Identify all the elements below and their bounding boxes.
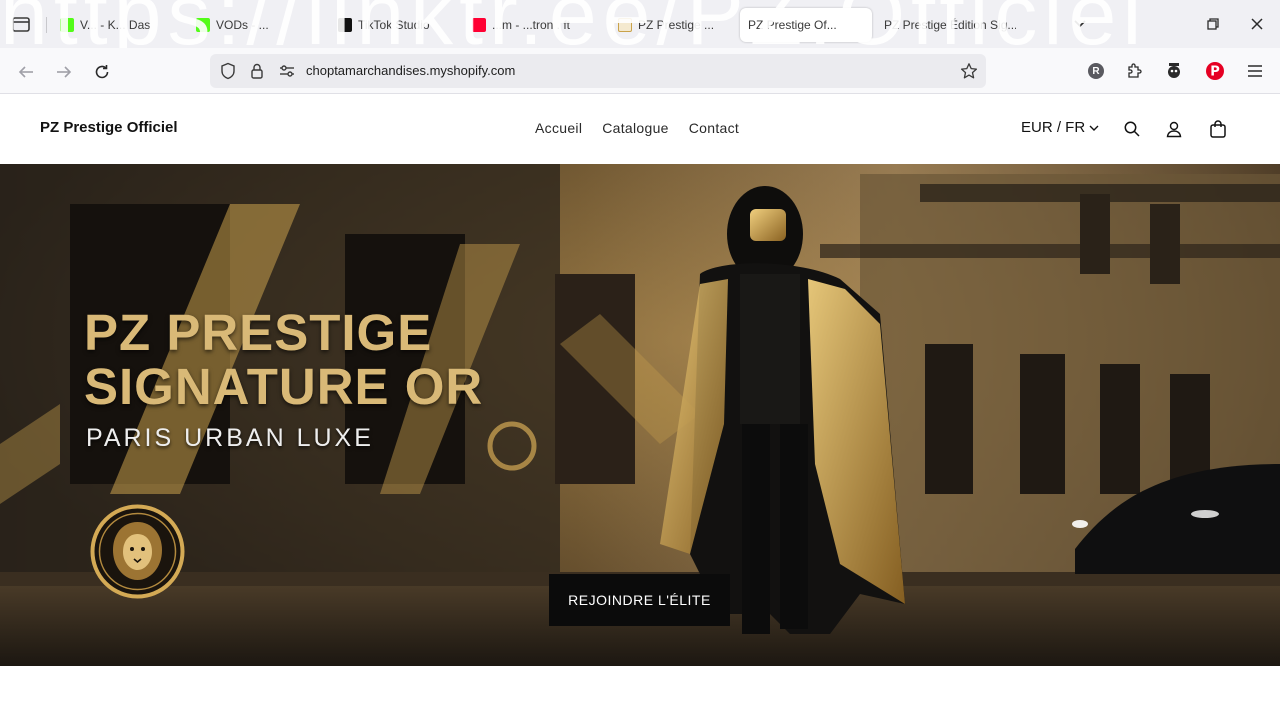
hero-title-line-1: PZ PRESTIGE bbox=[84, 304, 433, 361]
store-header: PZ Prestige Officiel Accueil Catalogue C… bbox=[0, 94, 1280, 164]
extension-mascot-icon[interactable] bbox=[1163, 60, 1185, 82]
tab-youtube[interactable]: ...m - ...tron . ft bbox=[464, 8, 604, 42]
tab-label: PZ Prestige ... bbox=[638, 18, 715, 32]
document-icon bbox=[618, 18, 632, 32]
tab-pz-prestige-edition[interactable]: PZ Prestige Édition Sig... bbox=[876, 8, 1016, 42]
tab-label: V... - K... Das bbox=[80, 18, 151, 32]
youtube-icon bbox=[472, 18, 486, 32]
menu-item-accueil[interactable]: Accueil bbox=[535, 120, 582, 136]
app-menu-hamburger-icon[interactable] bbox=[1244, 60, 1266, 82]
tab-label: PZ Prestige Of... bbox=[748, 18, 837, 32]
lock-icon[interactable] bbox=[250, 62, 264, 85]
hero-title: PZ PRESTIGE SIGNATURE OR bbox=[84, 306, 483, 414]
search-icon[interactable] bbox=[1121, 118, 1143, 140]
kick-icon bbox=[196, 18, 210, 32]
reload-icon[interactable] bbox=[90, 60, 114, 84]
currency-label: EUR / FR bbox=[1021, 119, 1086, 136]
tab-separator bbox=[46, 17, 47, 33]
site-permissions-icon[interactable] bbox=[278, 63, 296, 84]
store-logo-text[interactable]: PZ Prestige Officiel bbox=[40, 119, 178, 136]
hero-banner: PZ PRESTIGE SIGNATURE OR PARIS URBAN LUX… bbox=[0, 164, 1280, 666]
cart-bag-icon[interactable] bbox=[1207, 118, 1229, 140]
bookmark-star-icon[interactable] bbox=[960, 62, 978, 85]
tab-tiktok-studio[interactable]: TikTok Studio bbox=[330, 8, 460, 42]
tab-list-icon[interactable] bbox=[10, 14, 32, 34]
svg-text:P: P bbox=[1210, 65, 1220, 80]
lion-emblem-icon bbox=[90, 504, 185, 599]
page-content-below-hero bbox=[0, 666, 1280, 720]
address-bar[interactable]: choptamarchandises.myshopify.com bbox=[210, 54, 986, 88]
avatar-letter: R bbox=[1092, 65, 1100, 77]
join-elite-button[interactable]: REJOINDRE L'ÉLITE bbox=[549, 574, 730, 626]
menu-item-catalogue[interactable]: Catalogue bbox=[602, 120, 669, 136]
currency-language-selector[interactable]: EUR / FR bbox=[1021, 119, 1099, 136]
hero-subtitle: PARIS URBAN LUXE bbox=[86, 424, 374, 452]
tab-pz-prestige[interactable]: PZ Prestige ... bbox=[610, 8, 736, 42]
pinterest-icon[interactable]: P bbox=[1204, 60, 1226, 82]
shield-icon[interactable] bbox=[220, 62, 236, 85]
tab-kick-vods[interactable]: VODs - ... bbox=[188, 8, 324, 42]
extension-avatar-icon[interactable]: R bbox=[1085, 60, 1107, 82]
tiktok-icon bbox=[338, 18, 352, 32]
tab-label: TikTok Studio bbox=[358, 18, 430, 32]
tab-kick-dashboard[interactable]: V... - K... Das bbox=[52, 8, 184, 42]
restore-window-icon[interactable] bbox=[1203, 14, 1223, 34]
tab-label: VODs - ... bbox=[216, 18, 269, 32]
main-menu: Accueil Catalogue Contact bbox=[535, 120, 739, 136]
close-window-icon[interactable] bbox=[1247, 14, 1267, 34]
menu-item-contact[interactable]: Contact bbox=[689, 120, 739, 136]
kick-icon bbox=[60, 18, 74, 32]
url-text[interactable]: choptamarchandises.myshopify.com bbox=[306, 63, 515, 78]
browser-tab-strip: V... - K... Das VODs - ... TikTok Studio… bbox=[0, 0, 1280, 48]
tab-label: PZ Prestige Édition Sig... bbox=[884, 18, 1016, 32]
account-icon[interactable] bbox=[1163, 118, 1185, 140]
extensions-puzzle-icon[interactable] bbox=[1123, 60, 1145, 82]
hero-title-line-2: SIGNATURE OR bbox=[84, 358, 484, 415]
tab-overflow-chevron-icon[interactable] bbox=[1070, 14, 1090, 34]
chevron-down-icon bbox=[1089, 119, 1099, 136]
forward-arrow-icon[interactable] bbox=[52, 60, 76, 84]
tab-label: ...m - ...tron . ft bbox=[492, 18, 571, 32]
back-arrow-icon[interactable] bbox=[14, 60, 38, 84]
browser-nav-bar: choptamarchandises.myshopify.com R P bbox=[0, 48, 1280, 94]
tab-pz-prestige-officiel-active[interactable]: PZ Prestige Of... bbox=[740, 8, 872, 42]
